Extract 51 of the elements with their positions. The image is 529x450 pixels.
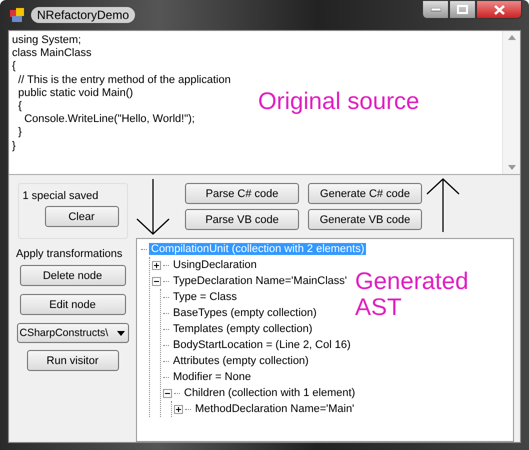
scroll-down-icon[interactable] [508, 165, 516, 170]
up-arrow-icon [426, 178, 460, 232]
tree-node[interactable]: TypeDeclaration Name='MainClass' [171, 275, 349, 287]
minimize-button[interactable] [422, 0, 449, 19]
maximize-button[interactable] [449, 0, 476, 19]
tree-node[interactable]: BaseTypes (empty collection) [171, 307, 319, 319]
tree-node[interactable]: Templates (empty collection) [171, 323, 314, 335]
annotation-text: Generated AST [355, 269, 468, 321]
tree-node[interactable]: UsingDeclaration [171, 259, 259, 271]
ast-tree[interactable] [136, 238, 514, 442]
code-line: } [12, 140, 16, 153]
minimize-icon [430, 8, 440, 12]
tree-node[interactable]: BodyStartLocation = (Line 2, Col 16) [171, 339, 353, 351]
code-line: public static void Main() [17, 86, 134, 100]
tree-node[interactable]: Attributes (empty collection) [171, 355, 311, 367]
collapse-icon[interactable] [163, 388, 172, 398]
run-visitor-button[interactable]: Run visitor [26, 350, 118, 371]
tree-node[interactable]: Children (collection with 1 element) [182, 387, 358, 399]
dropdown-caret-icon[interactable] [116, 330, 124, 336]
expand-icon[interactable] [174, 404, 183, 414]
tree-node[interactable]: Modifier = None [171, 371, 253, 383]
down-arrow-icon [136, 178, 170, 234]
maximize-icon [457, 5, 468, 14]
code-line: using System; [12, 34, 82, 48]
close-button[interactable] [476, 0, 522, 19]
action-button[interactable]: Generate C# code [308, 183, 422, 204]
clear-button[interactable]: Clear [44, 206, 118, 227]
status-text: 1 special saved [22, 190, 98, 202]
action-button[interactable]: Generate VB code [308, 209, 422, 230]
tree-node[interactable]: Type = Class [171, 291, 239, 303]
visitor-dropdown[interactable]: CSharpConstructs\ [16, 323, 128, 343]
code-line: Console.WriteLine("Hello, World!"); [23, 113, 195, 126]
action-button[interactable]: Parse C# code [185, 183, 299, 204]
section-label: Apply transformations [16, 248, 122, 260]
collapse-icon[interactable] [152, 276, 161, 286]
annotation-text: Original source [258, 89, 420, 115]
action-button[interactable]: Edit node [20, 294, 126, 315]
expand-icon[interactable] [152, 260, 161, 270]
action-button[interactable]: Parse VB code [185, 209, 299, 230]
app-icon [9, 7, 25, 23]
code-line: { [17, 100, 22, 114]
window-title: NRefactoryDemo [31, 7, 136, 23]
scroll-up-icon[interactable] [508, 35, 516, 40]
code-line: } [17, 126, 22, 140]
tree-node[interactable]: MethodDeclaration Name='Main' [193, 403, 356, 415]
close-icon [494, 4, 504, 14]
code-line: // This is the entry method of the application [17, 74, 231, 87]
scrollbar[interactable] [502, 31, 520, 174]
code-line: { [12, 60, 16, 74]
code-line: class MainClass [12, 47, 92, 60]
action-button[interactable]: Delete node [20, 265, 126, 286]
